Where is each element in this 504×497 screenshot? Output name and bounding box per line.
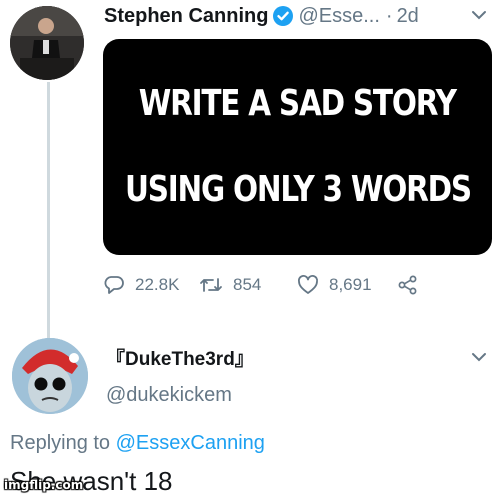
media-text-line-2: USING ONLY 3 WORDS [124, 169, 472, 210]
chevron-down-icon[interactable] [470, 6, 488, 24]
tweet-actions: 22.8K 854 8,691 [103, 270, 429, 300]
reply-icon [104, 276, 124, 294]
replying-to-mention[interactable]: @EssexCanning [116, 432, 265, 454]
share-icon [398, 275, 417, 295]
replying-prefix: Replying to [10, 432, 111, 454]
reply-author-name[interactable]: 『DukeThe3rd』 [106, 344, 254, 371]
like-count: 8,691 [329, 275, 372, 294]
reply-avatar[interactable] [12, 338, 88, 414]
reply-author-handle[interactable]: @dukekickem [106, 384, 232, 407]
thread-connector-line [47, 82, 50, 344]
like-button[interactable]: 8,691 [297, 274, 397, 296]
share-button[interactable] [397, 274, 429, 296]
retweet-icon [200, 278, 222, 292]
media-text-line-1: WRITE A SAD STORY [139, 83, 457, 124]
heart-icon [298, 275, 318, 294]
replying-to-line: Replying to @EssexCanning [10, 432, 265, 455]
separator-dot: · [385, 4, 393, 27]
tweet-media-image[interactable]: WRITE A SAD STORY USING ONLY 3 WORDS [103, 39, 492, 255]
chevron-down-icon[interactable] [470, 348, 488, 366]
retweet-button[interactable]: 854 [199, 274, 297, 296]
watermark: imgflip.com [4, 478, 84, 492]
verified-badge-icon [272, 5, 294, 27]
reply-count: 22.8K [135, 275, 180, 294]
reply-button[interactable]: 22.8K [103, 274, 199, 296]
author-handle[interactable]: @Esse... [298, 5, 379, 28]
retweet-count: 854 [233, 275, 262, 294]
tweet-header: Stephen Canning @Esse... · 2d [104, 2, 419, 30]
author-name[interactable]: Stephen Canning [104, 5, 268, 28]
timestamp[interactable]: 2d [397, 5, 419, 28]
avatar[interactable] [10, 6, 84, 80]
